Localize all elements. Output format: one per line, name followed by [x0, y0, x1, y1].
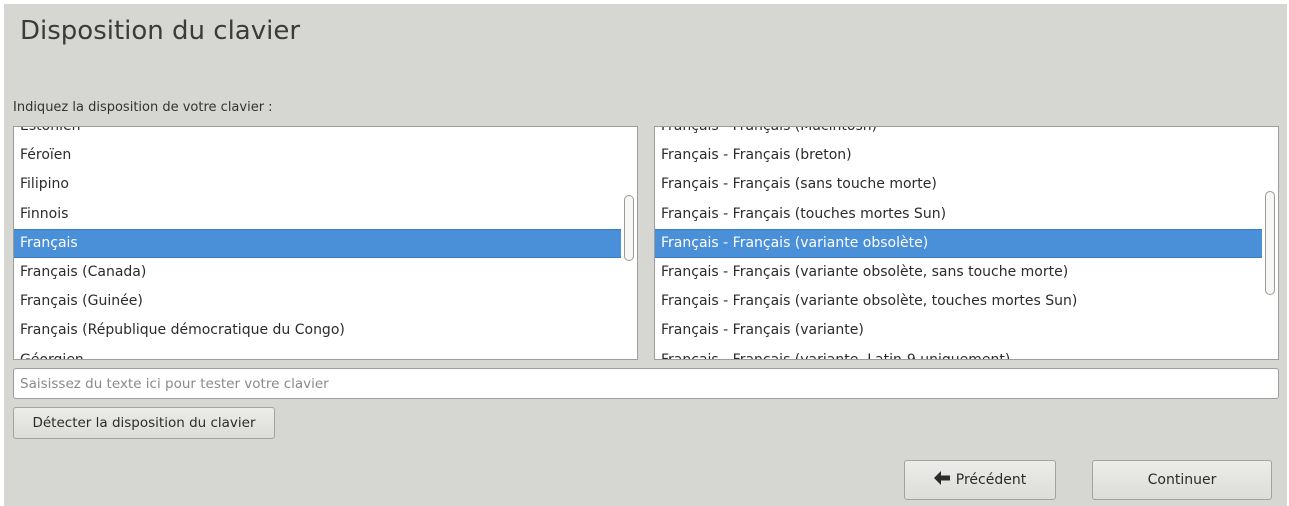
installer-window: Disposition du clavier Indiquez la dispo…: [4, 4, 1287, 506]
continue-button[interactable]: Continuer: [1092, 460, 1272, 500]
variant-list-item[interactable]: Français - Français (Macintosh): [655, 127, 1264, 141]
variant-list-item[interactable]: Français - Français (variante, Latin-9 u…: [655, 346, 1264, 360]
language-list-item[interactable]: Filipino: [14, 170, 623, 199]
language-list-item[interactable]: Français (Canada): [14, 258, 623, 287]
variant-list-item[interactable]: Français - Français (variante obsolète): [655, 228, 1264, 258]
language-list-item[interactable]: Estonien: [14, 127, 623, 141]
detect-layout-label: Détecter la disposition du clavier: [32, 415, 256, 431]
continue-label: Continuer: [1147, 472, 1217, 488]
variant-list[interactable]: Français - Français (Macintosh) Français …: [654, 126, 1279, 360]
detect-layout-button[interactable]: Détecter la disposition du clavier: [13, 407, 275, 439]
variant-list-item[interactable]: Français - Français (touches mortes Sun): [655, 200, 1264, 229]
layout-prompt-label: Indiquez la disposition de votre clavier…: [13, 100, 273, 115]
variant-list-item[interactable]: Français - Français (breton): [655, 141, 1264, 170]
keyboard-test-input[interactable]: [13, 368, 1279, 399]
language-list-item[interactable]: Français: [14, 228, 623, 258]
language-list-item[interactable]: Français (République démocratique du Con…: [14, 316, 623, 345]
language-list-item[interactable]: Féroïen: [14, 141, 623, 170]
language-list-item[interactable]: Géorgien: [14, 346, 623, 360]
variant-list-item[interactable]: Français - Français (variante obsolète, …: [655, 287, 1264, 316]
variant-list-item[interactable]: Français - Français (variante obsolète, …: [655, 258, 1264, 287]
arrow-left-icon: [933, 471, 950, 489]
language-list-item[interactable]: Français (Guinée): [14, 287, 623, 316]
variant-list-items: Français - Français (Macintosh) Français …: [655, 127, 1264, 360]
variant-list-item[interactable]: Français - Français (variante): [655, 316, 1264, 345]
previous-button[interactable]: Précédent: [904, 460, 1056, 500]
previous-label: Précédent: [955, 472, 1027, 488]
language-list-items: Estonien Féroïen Filipino Finnois Français Fr…: [14, 127, 623, 360]
page-title: Disposition du clavier: [20, 16, 301, 46]
language-list[interactable]: Estonien Féroïen Filipino Finnois Français Fr…: [13, 126, 638, 360]
variant-list-item[interactable]: Français - Français (sans touche morte): [655, 170, 1264, 199]
language-list-item[interactable]: Finnois: [14, 200, 623, 229]
language-list-scroll-thumb[interactable]: [624, 195, 634, 261]
language-list-scrollbar[interactable]: [621, 127, 637, 359]
variant-list-scroll-thumb[interactable]: [1265, 191, 1275, 295]
variant-list-scrollbar[interactable]: [1262, 127, 1278, 359]
